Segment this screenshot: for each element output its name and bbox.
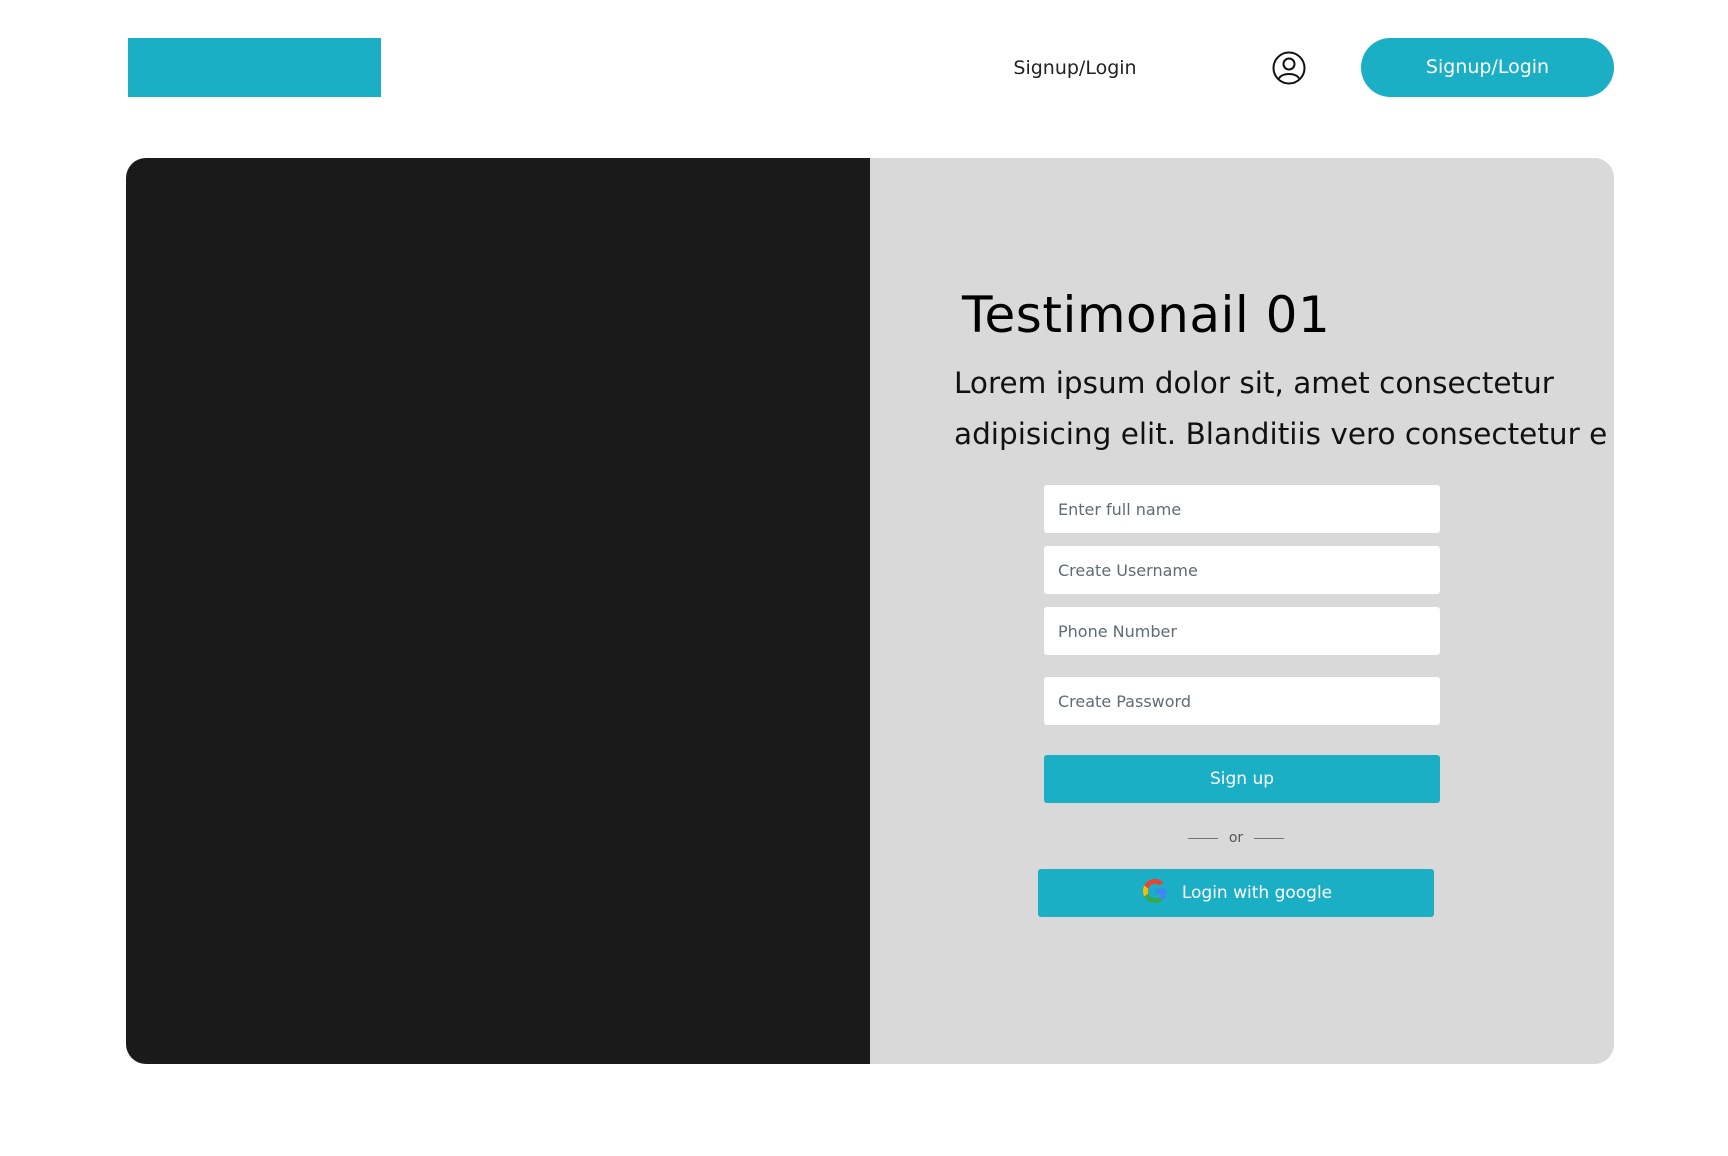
testimonial-media-panel bbox=[126, 158, 870, 1064]
phone-number-input[interactable] bbox=[1044, 607, 1440, 655]
google-button-label: Login with google bbox=[1181, 883, 1333, 903]
password-input[interactable] bbox=[1044, 677, 1440, 725]
testimonial-text-line-1: Lorem ipsum dolor sit, amet consectetur bbox=[954, 366, 1554, 400]
divider-line-right bbox=[1253, 837, 1284, 839]
signup-page: Signup/Login Signup/Login Testimonail 01… bbox=[0, 0, 1728, 1156]
signup-form-panel: Testimonail 01 Lorem ipsum dolor sit, am… bbox=[870, 158, 1614, 1064]
logo[interactable] bbox=[128, 38, 381, 97]
header-signup-login-button[interactable]: Signup/Login bbox=[1361, 38, 1614, 97]
testimonial-text: Lorem ipsum dolor sit, amet consectetur … bbox=[954, 358, 1608, 460]
username-input[interactable] bbox=[1044, 546, 1440, 594]
full-name-input[interactable] bbox=[1044, 485, 1440, 533]
signup-card: Testimonail 01 Lorem ipsum dolor sit, am… bbox=[126, 158, 1614, 1064]
user-circle-icon[interactable] bbox=[1272, 51, 1306, 85]
google-logo-icon bbox=[1140, 876, 1170, 906]
user-circle-icon-svg bbox=[1272, 51, 1306, 85]
or-divider: or bbox=[1188, 828, 1284, 848]
testimonial-text-line-2: adipisicing elit. Blanditiis vero consec… bbox=[954, 417, 1608, 451]
divider-line-left bbox=[1188, 837, 1218, 839]
google-logo-svg bbox=[1142, 879, 1167, 903]
divider-text: or bbox=[1228, 830, 1244, 846]
sign-up-button[interactable]: Sign up bbox=[1044, 755, 1440, 803]
testimonial-title: Testimonail 01 bbox=[962, 286, 1331, 344]
nav-signup-login-link[interactable]: Signup/Login bbox=[1000, 52, 1150, 84]
login-with-google-button[interactable]: Login with google bbox=[1038, 869, 1434, 917]
